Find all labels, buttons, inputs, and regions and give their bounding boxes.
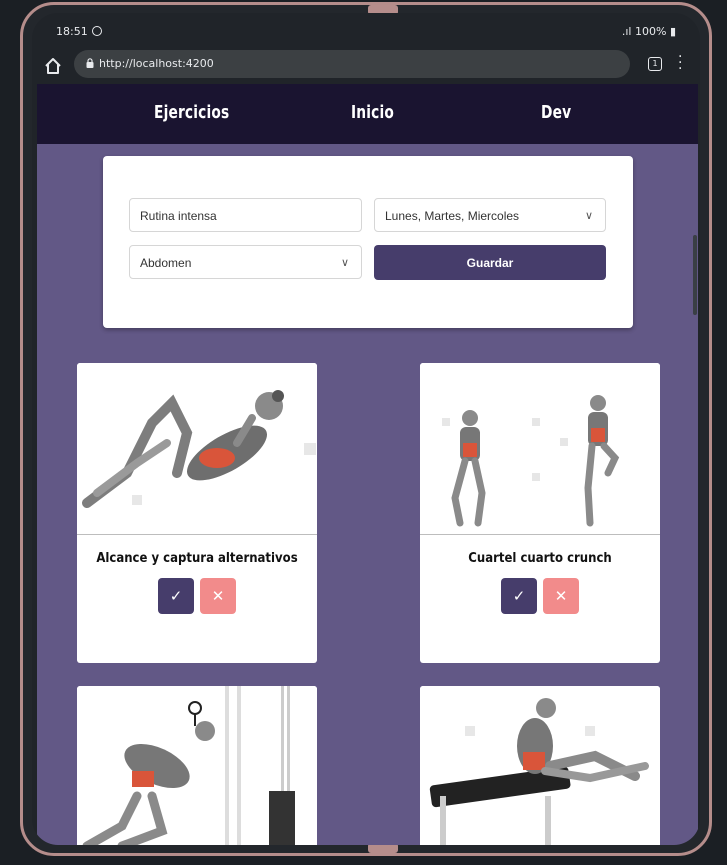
top-nav: Ejercicios Inicio Dev [37,84,698,144]
screen: 18:51 .ıl 100% ▮ http://localhost:4200 1… [32,13,700,845]
exercise-card [420,686,660,845]
exercise-card: Alcance y captura alternativos ✓ ✕ [77,363,317,663]
close-icon[interactable]: ✕ [543,578,579,614]
exercise-image [77,363,317,535]
check-icon[interactable]: ✓ [501,578,537,614]
exercise-card: Cuartel cuarto crunch ✓ ✕ [420,363,660,663]
exercise-image [77,686,317,845]
address-bar[interactable]: http://localhost:4200 [74,50,630,78]
exercise-image [420,686,660,845]
exercise-title: Alcance y captura alternativos [96,551,298,566]
chevron-down-icon: ∨ [584,210,593,222]
menu-icon[interactable]: · · · [678,50,684,76]
status-right: .ıl 100% ▮ [622,25,676,38]
url-text: http://localhost:4200 [99,57,214,70]
device-side-button [693,235,697,315]
web-page: Ejercicios Inicio Dev Rutina intensa Lun… [37,84,698,845]
exercise-image [420,363,660,535]
battery-icon: ▮ [669,25,676,38]
chevron-down-icon: ∨ [340,257,349,269]
exercise-card [77,686,317,845]
status-time: 18:51 [56,25,88,38]
exercise-title: Cuartel cuarto crunch [468,551,612,566]
routine-form: Rutina intensa Lunes, Martes, Miercoles … [103,156,633,328]
nav-item-ejercicios[interactable]: Ejercicios [154,102,229,123]
save-button[interactable]: Guardar [374,245,606,280]
battery-level: 100% [634,25,667,38]
nav-item-inicio[interactable]: Inicio [351,102,394,123]
device-frame: 18:51 .ıl 100% ▮ http://localhost:4200 1… [20,2,712,856]
routine-name-input[interactable]: Rutina intensa [129,198,362,232]
status-bar: 18:51 .ıl 100% ▮ [56,23,676,41]
signal-icon: .ıl [621,25,635,38]
tab-switcher-button[interactable]: 1 [648,57,662,71]
muscle-group-select[interactable]: Abdomen ∨ [129,245,362,279]
routine-name-value: Rutina intensa [140,209,217,223]
check-icon[interactable]: ✓ [158,578,194,614]
days-select[interactable]: Lunes, Martes, Miercoles ∨ [374,198,606,232]
muscle-group-value: Abdomen [140,256,192,270]
close-icon[interactable]: ✕ [200,578,236,614]
lock-icon [86,58,94,68]
nav-item-dev[interactable]: Dev [541,102,571,123]
home-icon[interactable] [42,55,64,77]
spotify-icon [92,26,102,36]
days-value: Lunes, Martes, Miercoles [385,209,520,223]
browser-toolbar: http://localhost:4200 1 · · · [32,47,700,87]
